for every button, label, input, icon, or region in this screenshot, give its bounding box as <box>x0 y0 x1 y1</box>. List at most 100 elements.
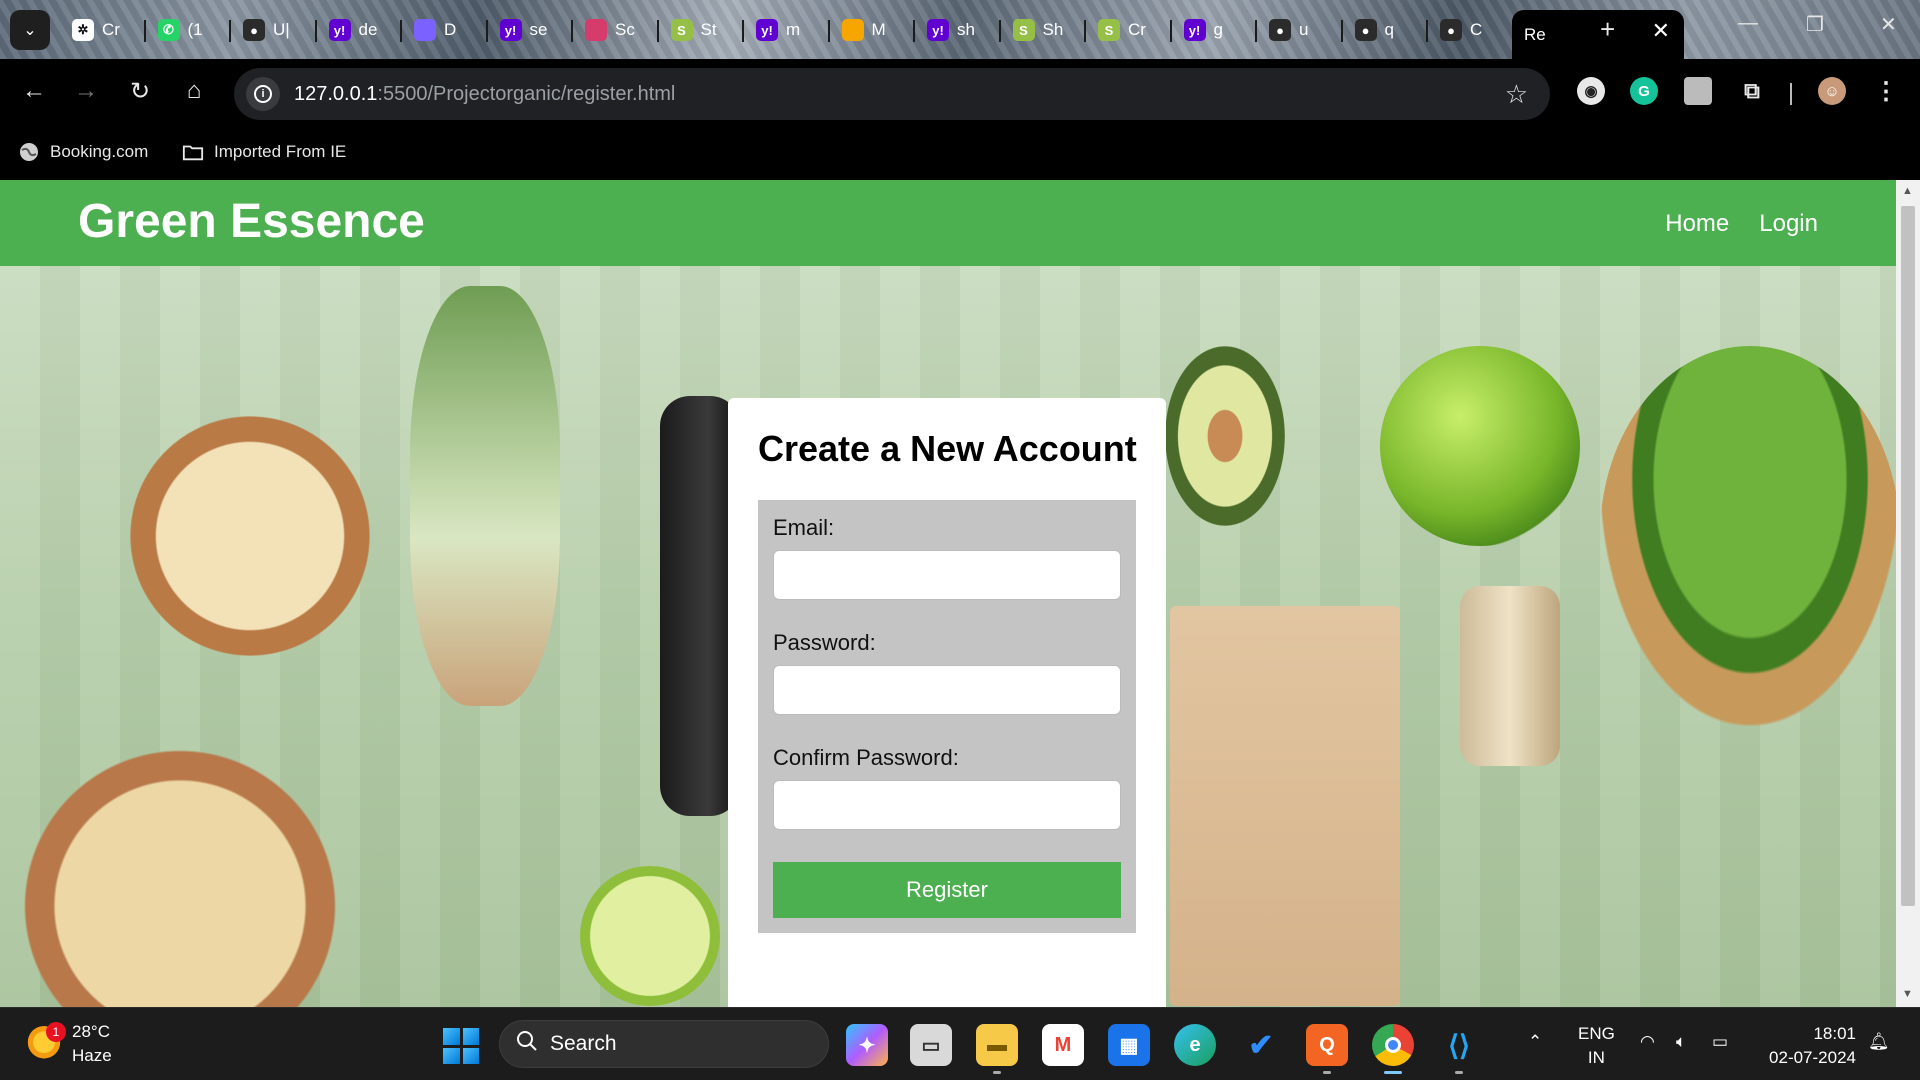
browser-tab[interactable]: ● q <box>1343 10 1428 50</box>
edge-icon[interactable]: e <box>1174 1024 1216 1066</box>
confirm-password-field[interactable] <box>773 780 1121 830</box>
system-clock[interactable]: 18:01 02-07-2024 <box>1752 1022 1856 1070</box>
browser-tab[interactable]: ✆ (1 <box>146 10 231 50</box>
register-button[interactable]: Register <box>773 862 1121 918</box>
q-app-icon[interactable]: Q <box>1306 1024 1348 1074</box>
lang-bottom: IN <box>1587 1048 1605 1067</box>
todo-check-icon[interactable]: ✔ <box>1240 1024 1282 1066</box>
shopify-icon: S <box>1012 19 1035 41</box>
yahoo-icon: y! <box>1183 19 1206 41</box>
calendar-icon[interactable]: ▦ <box>1108 1024 1150 1066</box>
weather-badge: 1 <box>46 1022 66 1042</box>
tab-label: (1 <box>187 20 203 39</box>
profile-avatar[interactable]: ☺ <box>1818 77 1846 105</box>
volume-icon[interactable]: 🔈︎ <box>1676 1030 1686 1054</box>
weather-temp: 28°C <box>72 1022 110 1041</box>
close-tab-icon[interactable]: ✕ <box>1652 18 1670 44</box>
chrome-icon[interactable] <box>1372 1024 1414 1074</box>
gmail-icon[interactable]: M <box>1042 1024 1084 1066</box>
bowl-left-decor <box>130 416 370 656</box>
browser-tab[interactable]: S St <box>659 10 744 50</box>
new-tab-button[interactable]: + <box>1600 14 1615 45</box>
browser-tab[interactable]: y! sh <box>915 10 1001 50</box>
globe-icon <box>18 141 40 163</box>
site-info-icon[interactable]: i <box>246 77 280 111</box>
copilot-app-icon[interactable]: ✦ <box>846 1024 888 1066</box>
password-field[interactable] <box>773 665 1121 715</box>
nav-login-link[interactable]: Login <box>1759 210 1818 238</box>
browser-tab[interactable]: y! m <box>744 10 830 50</box>
folder-icon <box>182 141 204 163</box>
clock-time: 18:01 <box>1813 1024 1856 1043</box>
browser-tab[interactable]: ● U| <box>231 10 317 50</box>
browser-tab[interactable]: D <box>402 10 488 50</box>
bookmark-star-icon[interactable]: ☆ <box>1505 79 1528 110</box>
github-icon: ● <box>1440 19 1462 41</box>
stripes-icon <box>585 19 607 41</box>
browser-tab[interactable]: S Cr <box>1086 10 1172 50</box>
scroll-up-icon[interactable]: ▲ <box>1902 185 1913 197</box>
extensions-puzzle-icon[interactable]: ⧉ <box>1738 77 1766 105</box>
home-icon[interactable]: ⌂ <box>174 71 214 111</box>
browser-tab[interactable]: y! se <box>488 10 573 50</box>
window-close-icon[interactable]: ✕ <box>1880 12 1897 37</box>
yahoo-icon: y! <box>927 19 949 41</box>
browser-tab[interactable]: S Sh <box>1001 10 1086 50</box>
start-button-icon[interactable] <box>443 1028 479 1064</box>
sidepanel-icon[interactable] <box>1684 77 1712 105</box>
file-explorer-icon[interactable]: ▬ <box>976 1024 1018 1074</box>
browser-tab[interactable]: ● u <box>1257 10 1343 50</box>
battery-icon[interactable]: ▭ <box>1712 1030 1728 1054</box>
reload-icon[interactable]: ↻ <box>120 71 160 111</box>
grammarly-icon[interactable]: G <box>1630 77 1658 105</box>
github-icon: ● <box>1269 19 1291 41</box>
restore-icon[interactable]: ❐ <box>1806 12 1824 37</box>
browser-tab[interactable]: M <box>830 10 915 50</box>
site-nav: Home Login <box>1665 210 1818 238</box>
bookmark-booking[interactable]: Booking.com <box>18 141 148 163</box>
tab-search-chevron-icon[interactable]: ⌄ <box>10 10 50 50</box>
browser-tab[interactable]: y! de <box>317 10 402 50</box>
scroll-down-icon[interactable]: ▼ <box>1902 988 1913 1000</box>
site-logo[interactable]: Green Essence <box>78 194 425 249</box>
tab-label: u <box>1299 20 1309 39</box>
extension-icon[interactable]: ◉ <box>1577 77 1605 105</box>
github-icon: ● <box>1354 19 1377 41</box>
forward-icon[interactable]: → <box>66 71 106 111</box>
bookmark-folder-imported[interactable]: Imported From IE <box>182 141 346 163</box>
weather-widget[interactable]: 1 28°C Haze <box>26 1020 112 1068</box>
email-field[interactable] <box>773 550 1121 600</box>
back-icon[interactable]: ← <box>14 71 54 111</box>
tab-label: U| <box>273 20 290 39</box>
tab-label: St <box>700 20 717 39</box>
greens-basket-decor <box>1600 346 1896 726</box>
tray-overflow-icon[interactable]: ⌃ <box>1528 1030 1542 1054</box>
scroll-thumb[interactable] <box>1901 206 1915 906</box>
browser-tab[interactable]: ✲ Cr <box>60 10 146 50</box>
nav-home-link[interactable]: Home <box>1665 210 1729 238</box>
tab-strip: ⌄ ✲ Cr ✆ (1 ● U| y! de Dy! se Sc S St y! m My! sh S Sh S Cr y… <box>0 0 1920 59</box>
browser-tab[interactable]: Sc <box>573 10 659 50</box>
paper-bag-decor <box>1170 606 1400 1006</box>
tab-label: m <box>786 20 801 39</box>
address-bar[interactable]: i 127.0.0.1:5500/Projectorganic/register… <box>234 68 1550 120</box>
language-indicator[interactable]: ENG IN <box>1578 1022 1615 1070</box>
email-label: Email: <box>773 515 835 540</box>
browser-tab[interactable]: ● C <box>1428 10 1514 50</box>
tab-active[interactable]: Re ✕ <box>1512 10 1684 59</box>
menu-dots-icon[interactable]: ⋮ <box>1872 77 1900 105</box>
url-text[interactable]: 127.0.0.1:5500/Projectorganic/register.h… <box>294 83 675 106</box>
page-scrollbar[interactable]: ▲ ▼ <box>1896 180 1920 1007</box>
vscode-icon[interactable]: ⟨⟩ <box>1438 1024 1480 1074</box>
task-view-icon[interactable]: ▭ <box>910 1024 952 1066</box>
minimize-icon[interactable]: — <box>1738 12 1758 35</box>
yahoo-icon: y! <box>328 19 351 41</box>
notification-bell-icon[interactable]: 🔔︎ <box>1868 1030 1890 1054</box>
tab-label: Sc <box>615 20 635 39</box>
taskbar-search[interactable]: Search <box>499 1020 829 1068</box>
bookmark-label: Imported From IE <box>214 142 347 161</box>
lime-decor <box>580 866 720 1006</box>
tab-label: C <box>1470 20 1483 39</box>
browser-tab[interactable]: y! g <box>1172 10 1257 50</box>
wifi-icon[interactable]: ◠ <box>1640 1030 1655 1054</box>
